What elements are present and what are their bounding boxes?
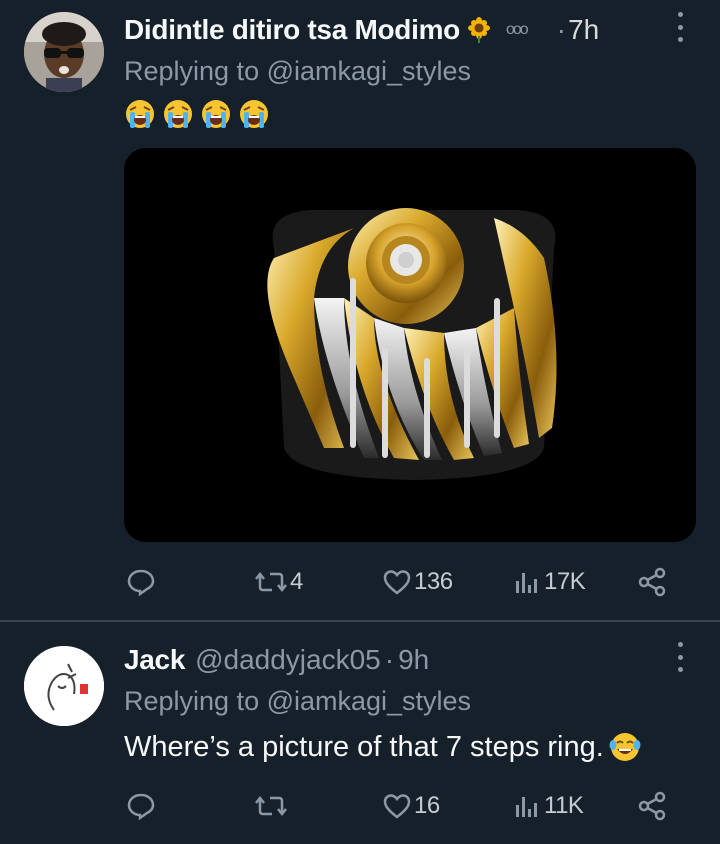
more-options-icon[interactable]: [674, 642, 686, 672]
author-handle[interactable]: @daddyjack05: [195, 644, 381, 676]
author-name[interactable]: Didintle ditiro tsa Modimo: [124, 14, 460, 46]
share-button[interactable]: [636, 562, 668, 602]
loudly-crying-face-icon: [126, 100, 154, 128]
author-name[interactable]: Jack: [124, 644, 185, 676]
separator: ·: [556, 14, 566, 45]
tweet-image[interactable]: [124, 148, 696, 542]
sunflower-icon: [466, 17, 492, 43]
reply-button[interactable]: [126, 786, 158, 826]
share-icon: [638, 567, 666, 597]
heart-icon: [383, 794, 411, 819]
tweet[interactable]: Jack @daddyjack05 · 9h Replying to @iamk…: [0, 622, 720, 844]
more-options-icon[interactable]: [674, 12, 686, 42]
timestamp[interactable]: 9h: [398, 644, 429, 676]
avatar[interactable]: [24, 12, 104, 92]
retweet-icon: [255, 571, 287, 593]
loudly-crying-face-icon: [164, 100, 192, 128]
avatar[interactable]: [24, 646, 104, 726]
analytics-icon: [516, 797, 537, 817]
retweet-button[interactable]: 4: [254, 562, 303, 602]
tweet-header: Jack @daddyjack05 · 9h: [124, 642, 429, 678]
tweet-actions: 4 136 17K: [124, 562, 684, 602]
tweet-text: Where’s a picture of that 7 steps ring.: [124, 730, 642, 764]
retweet-icon: [255, 795, 287, 817]
replying-to[interactable]: Replying to @iamkagi_styles: [124, 56, 471, 87]
like-count: 16: [414, 792, 440, 819]
like-button[interactable]: 136: [382, 562, 453, 602]
tweet-text: [124, 98, 270, 136]
views-count: 17K: [544, 568, 586, 595]
tweet-actions: 16 11K: [124, 786, 684, 826]
separator: ·: [384, 644, 395, 675]
retweet-button[interactable]: [254, 786, 290, 826]
share-icon: [638, 791, 666, 821]
loudly-crying-face-icon: [240, 100, 268, 128]
extra-indicator: ooo: [505, 21, 529, 38]
replying-to[interactable]: Replying to @iamkagi_styles: [124, 686, 471, 717]
loudly-crying-face-icon: [202, 100, 230, 128]
reply-button[interactable]: [126, 562, 158, 602]
views-count: 11K: [544, 792, 584, 819]
like-count: 136: [414, 568, 453, 595]
reply-icon: [127, 569, 155, 597]
heart-icon: [383, 570, 411, 595]
timestamp[interactable]: 7h: [568, 14, 599, 46]
tweet-text-content: Where’s a picture of that 7 steps ring.: [124, 730, 604, 763]
like-button[interactable]: 16: [382, 786, 440, 826]
views-button[interactable]: 17K: [512, 562, 586, 602]
face-with-tears-of-joy-icon: [609, 733, 641, 761]
reply-icon: [127, 793, 155, 821]
views-button[interactable]: 11K: [512, 786, 584, 826]
share-button[interactable]: [636, 786, 668, 826]
tweet[interactable]: Didintle ditiro tsa Modimo ooo · 7h Repl…: [0, 0, 720, 620]
analytics-icon: [516, 573, 537, 593]
retweet-count: 4: [290, 568, 303, 595]
tweet-header: Didintle ditiro tsa Modimo ooo · 7h: [124, 12, 599, 48]
